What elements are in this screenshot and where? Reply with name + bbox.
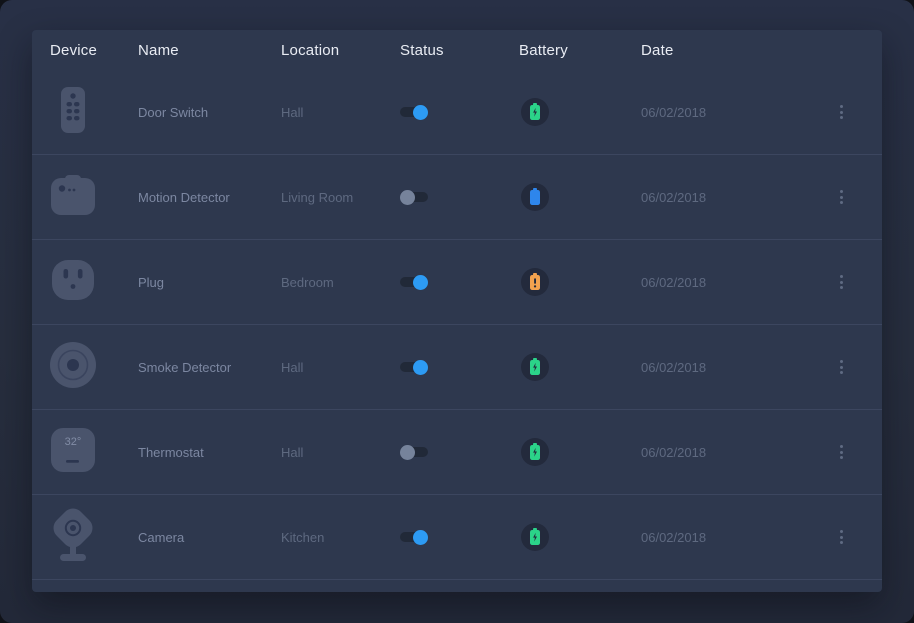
- battery-icon: [529, 528, 541, 546]
- device-date: 06/02/2018: [641, 445, 832, 460]
- table-row: Camera Kitchen 06/02/2018: [32, 495, 882, 580]
- device-location: Hall: [281, 360, 400, 375]
- toggle-knob: [400, 190, 415, 205]
- row-menu-button[interactable]: [832, 100, 850, 124]
- battery-indicator: [521, 438, 549, 466]
- row-menu-button[interactable]: [832, 185, 850, 209]
- battery-indicator: [521, 98, 549, 126]
- battery-icon: [529, 103, 541, 121]
- table-row: Plug Bedroom 06/02/2018: [32, 240, 882, 325]
- column-header-status: Status: [400, 42, 519, 59]
- column-header-device: Device: [50, 42, 138, 59]
- column-header-name: Name: [138, 42, 281, 59]
- motion-detector-icon: [51, 175, 95, 220]
- device-date: 06/02/2018: [641, 360, 832, 375]
- thermostat-icon: 32°: [51, 428, 95, 477]
- device-name: Door Switch: [138, 105, 281, 120]
- plug-icon: [52, 260, 94, 305]
- table-body: Door Switch Hall 06/02/2018: [32, 70, 882, 580]
- device-table-panel: Device Name Location Status Battery Date: [32, 30, 882, 592]
- row-menu-button[interactable]: [832, 355, 850, 379]
- table-header-row: Device Name Location Status Battery Date: [32, 30, 882, 70]
- battery-icon: [529, 358, 541, 376]
- row-menu-button[interactable]: [832, 525, 850, 549]
- toggle-knob: [413, 360, 428, 375]
- smoke-detector-icon: [50, 342, 96, 393]
- device-date: 06/02/2018: [641, 275, 832, 290]
- battery-indicator: [521, 353, 549, 381]
- table-row: Smoke Detector Hall 06/02/2: [32, 325, 882, 410]
- column-header-date: Date: [641, 42, 832, 59]
- status-toggle[interactable]: [400, 360, 428, 375]
- battery-indicator: [521, 523, 549, 551]
- device-location: Kitchen: [281, 530, 400, 545]
- table-row: Motion Detector Living Room: [32, 155, 882, 240]
- status-toggle[interactable]: [400, 445, 428, 460]
- kebab-icon: [840, 360, 843, 363]
- kebab-icon: [840, 530, 843, 533]
- toggle-knob: [413, 105, 428, 120]
- kebab-icon: [840, 275, 843, 278]
- device-name: Motion Detector: [138, 190, 281, 205]
- device-name: Plug: [138, 275, 281, 290]
- column-header-battery: Battery: [519, 42, 641, 59]
- row-menu-button[interactable]: [832, 440, 850, 464]
- device-date: 06/02/2018: [641, 105, 832, 120]
- column-header-location: Location: [281, 42, 400, 59]
- device-date: 06/02/2018: [641, 190, 832, 205]
- battery-indicator: [521, 183, 549, 211]
- remote-icon: [61, 87, 85, 138]
- toggle-knob: [400, 445, 415, 460]
- battery-icon: [529, 443, 541, 461]
- device-date: 06/02/2018: [641, 530, 832, 545]
- device-location: Hall: [281, 105, 400, 120]
- kebab-icon: [840, 190, 843, 193]
- device-location: Bedroom: [281, 275, 400, 290]
- battery-icon: [529, 188, 541, 206]
- camera-icon: [51, 508, 95, 567]
- svg-text:32°: 32°: [65, 436, 82, 448]
- status-toggle[interactable]: [400, 275, 428, 290]
- toggle-knob: [413, 275, 428, 290]
- row-menu-button[interactable]: [832, 270, 850, 294]
- device-location: Hall: [281, 445, 400, 460]
- kebab-icon: [840, 445, 843, 448]
- battery-indicator: [521, 268, 549, 296]
- device-name: Camera: [138, 530, 281, 545]
- device-name: Smoke Detector: [138, 360, 281, 375]
- kebab-icon: [840, 105, 843, 108]
- battery-icon: [529, 273, 541, 291]
- device-location: Living Room: [281, 190, 400, 205]
- table-row: 32° Thermostat Hall: [32, 410, 882, 495]
- device-name: Thermostat: [138, 445, 281, 460]
- status-toggle[interactable]: [400, 105, 428, 120]
- status-toggle[interactable]: [400, 530, 428, 545]
- app-frame: Device Name Location Status Battery Date: [0, 0, 914, 623]
- status-toggle[interactable]: [400, 190, 428, 205]
- toggle-knob: [413, 530, 428, 545]
- table-row: Door Switch Hall 06/02/2018: [32, 70, 882, 155]
